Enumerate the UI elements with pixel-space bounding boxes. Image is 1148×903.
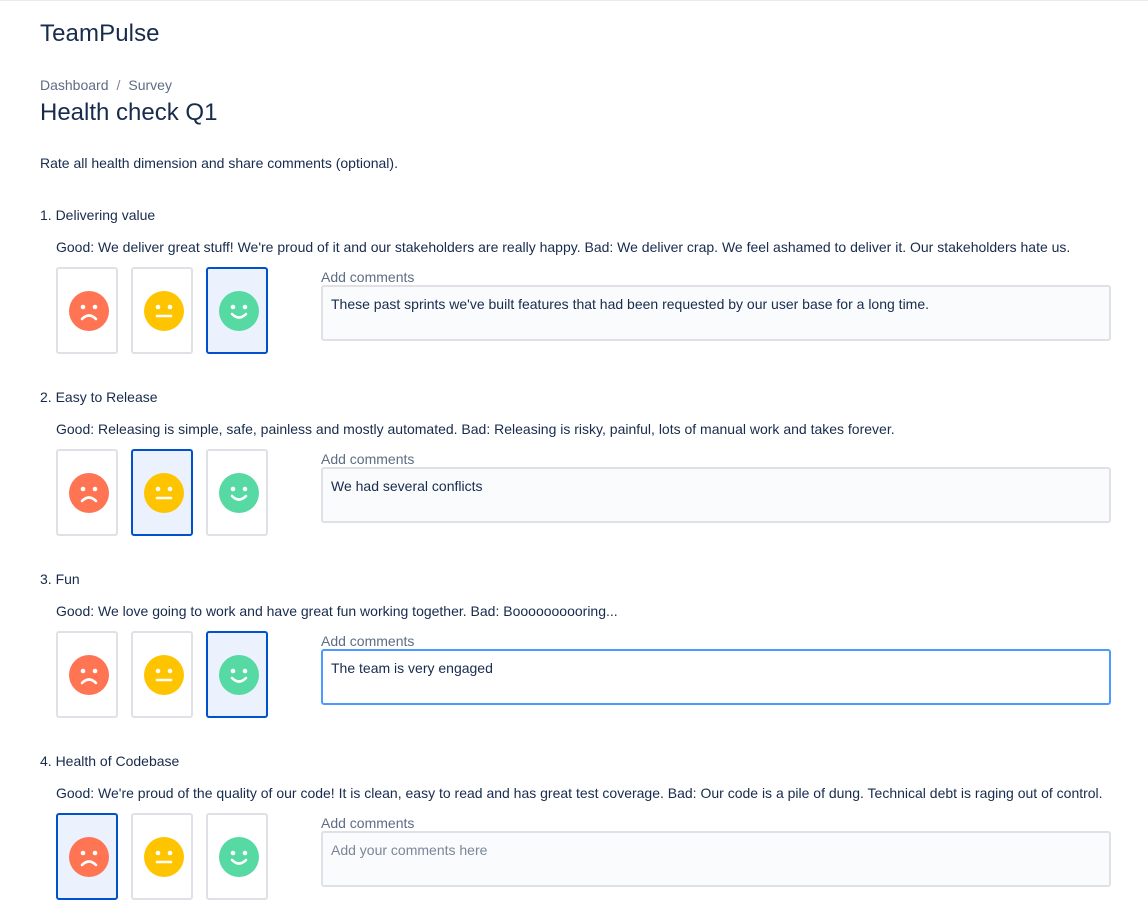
happy-face-icon bbox=[219, 837, 259, 877]
page-title: Health check Q1 bbox=[40, 99, 218, 126]
comment-textarea[interactable]: The team is very engaged bbox=[321, 649, 1111, 705]
question-description: Good: We deliver great stuff! We're prou… bbox=[56, 239, 1071, 255]
rating-bad-button[interactable] bbox=[56, 449, 118, 536]
app-title: TeamPulse bbox=[40, 20, 160, 47]
rating-bad-button[interactable] bbox=[56, 631, 118, 718]
question-answer-row: Add comments The team is very engaged bbox=[56, 631, 1120, 721]
happy-face-icon bbox=[219, 655, 259, 695]
breadcrumb-dashboard[interactable]: Dashboard bbox=[40, 77, 109, 93]
question-title: 1. Delivering value bbox=[40, 207, 156, 223]
comment-section: Add comments The team is very engaged bbox=[321, 631, 1111, 705]
comment-textarea[interactable]: Add your comments here bbox=[321, 831, 1111, 887]
comment-label: Add comments bbox=[321, 815, 415, 831]
sad-face-icon bbox=[69, 837, 109, 877]
question-3: 3. Fun Good: We love going to work and h… bbox=[40, 569, 1120, 721]
breadcrumb: Dashboard / Survey bbox=[40, 77, 172, 93]
breadcrumb-separator: / bbox=[116, 77, 121, 93]
neutral-face-icon bbox=[144, 473, 184, 513]
sad-face-icon bbox=[69, 291, 109, 331]
question-title: 2. Easy to Release bbox=[40, 389, 158, 405]
survey-intro: Rate all health dimension and share comm… bbox=[40, 155, 398, 171]
question-description: Good: We love going to work and have gre… bbox=[56, 603, 618, 619]
rating-good-button[interactable] bbox=[206, 631, 268, 718]
rating-neutral-button[interactable] bbox=[131, 267, 193, 354]
neutral-face-icon bbox=[144, 655, 184, 695]
comment-textarea[interactable]: We had several conflicts bbox=[321, 467, 1111, 523]
comment-label: Add comments bbox=[321, 451, 415, 467]
question-title: 3. Fun bbox=[40, 571, 80, 587]
question-answer-row: Add comments Add your comments here bbox=[56, 813, 1120, 903]
sad-face-icon bbox=[69, 655, 109, 695]
question-answer-row: Add comments We had several conflicts bbox=[56, 449, 1120, 539]
comment-label: Add comments bbox=[321, 269, 415, 285]
question-description: Good: We're proud of the quality of our … bbox=[56, 785, 1103, 801]
comment-placeholder: Add your comments here bbox=[331, 842, 488, 858]
question-1: 1. Delivering value Good: We deliver gre… bbox=[40, 205, 1120, 357]
rating-neutral-button[interactable] bbox=[131, 631, 193, 718]
comment-label: Add comments bbox=[321, 633, 415, 649]
rating-bad-button[interactable] bbox=[56, 813, 118, 900]
question-2: 2. Easy to Release Good: Releasing is si… bbox=[40, 387, 1120, 539]
comment-section: Add comments Add your comments here bbox=[321, 813, 1111, 887]
sad-face-icon bbox=[69, 473, 109, 513]
happy-face-icon bbox=[219, 291, 259, 331]
rating-neutral-button[interactable] bbox=[131, 813, 193, 900]
top-divider bbox=[0, 0, 1148, 1]
rating-neutral-button[interactable] bbox=[131, 449, 193, 536]
rating-good-button[interactable] bbox=[206, 449, 268, 536]
rating-good-button[interactable] bbox=[206, 267, 268, 354]
question-4: 4. Health of Codebase Good: We're proud … bbox=[40, 751, 1120, 903]
question-answer-row: Add comments These past sprints we've bu… bbox=[56, 267, 1120, 357]
happy-face-icon bbox=[219, 473, 259, 513]
rating-bad-button[interactable] bbox=[56, 267, 118, 354]
breadcrumb-survey[interactable]: Survey bbox=[128, 77, 172, 93]
comment-section: Add comments We had several conflicts bbox=[321, 449, 1111, 523]
comment-section: Add comments These past sprints we've bu… bbox=[321, 267, 1111, 341]
comment-textarea[interactable]: These past sprints we've built features … bbox=[321, 285, 1111, 341]
neutral-face-icon bbox=[144, 837, 184, 877]
question-title: 4. Health of Codebase bbox=[40, 753, 180, 769]
question-description: Good: Releasing is simple, safe, painles… bbox=[56, 421, 895, 437]
rating-good-button[interactable] bbox=[206, 813, 268, 900]
neutral-face-icon bbox=[144, 291, 184, 331]
